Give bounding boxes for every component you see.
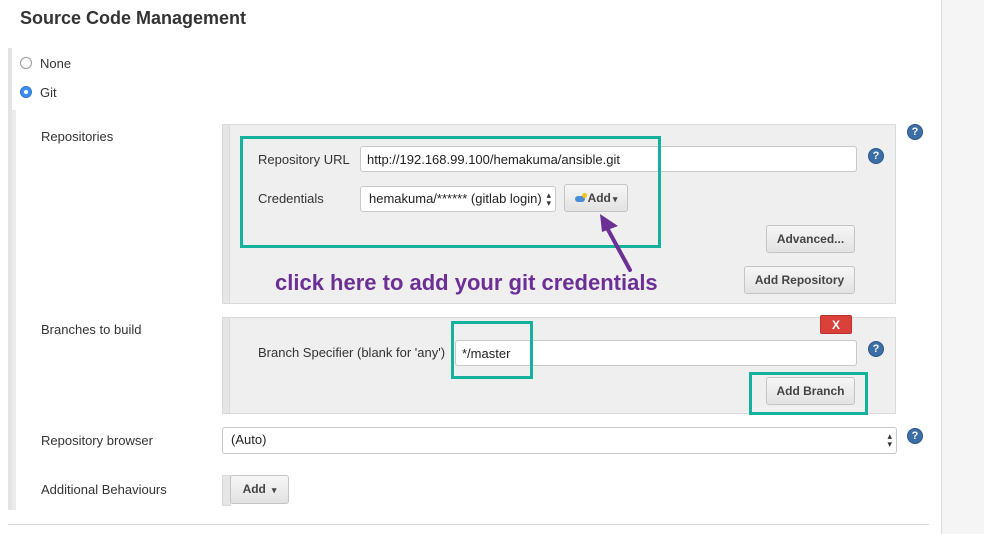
branch-specifier-help-icon[interactable]: ? — [868, 341, 884, 357]
add-branch-highlight-box — [749, 372, 868, 415]
section-title: Source Code Management — [20, 8, 247, 28]
repositories-label: Repositories — [41, 129, 114, 144]
branches-label: Branches to build — [41, 322, 142, 337]
repository-browser-label: Repository browser — [41, 433, 153, 448]
additional-behaviours-label: Additional Behaviours — [41, 482, 167, 497]
branch-specifier-label: Branch Specifier (blank for 'any') — [258, 345, 446, 360]
additional-behaviours-add-button[interactable]: Add ▾ — [230, 475, 289, 504]
delete-branch-button[interactable]: X — [820, 315, 852, 334]
branch-specifier-highlight-box — [451, 321, 533, 379]
section-bottom-divider — [8, 524, 929, 525]
radio-none[interactable] — [20, 57, 32, 69]
radio-git[interactable] — [20, 86, 32, 98]
repositories-help-icon[interactable]: ? — [907, 124, 923, 140]
annotation-arrow-icon — [600, 214, 632, 272]
scm-option-none-label: None — [40, 56, 72, 71]
annotation-text: click here to add your git credentials — [275, 270, 658, 295]
scm-option-git-label: Git — [40, 85, 57, 100]
page-side-gutter — [941, 0, 984, 534]
repository-browser-value: (Auto) — [231, 432, 267, 447]
repository-browser-select[interactable]: (Auto) ▴ ▾ — [222, 427, 897, 454]
dropdown-caret-icon: ▾ — [271, 485, 277, 495]
advanced-button[interactable]: Advanced... — [766, 225, 855, 253]
git-indent-bar — [12, 110, 16, 510]
add-repository-button[interactable]: Add Repository — [744, 266, 855, 294]
additional-behaviours-add-label: Add — [242, 482, 266, 496]
select-arrows-icon: ▴ ▾ — [887, 431, 892, 449]
repository-browser-help-icon[interactable]: ? — [907, 428, 923, 444]
repository-url-help-icon[interactable]: ? — [868, 148, 884, 164]
